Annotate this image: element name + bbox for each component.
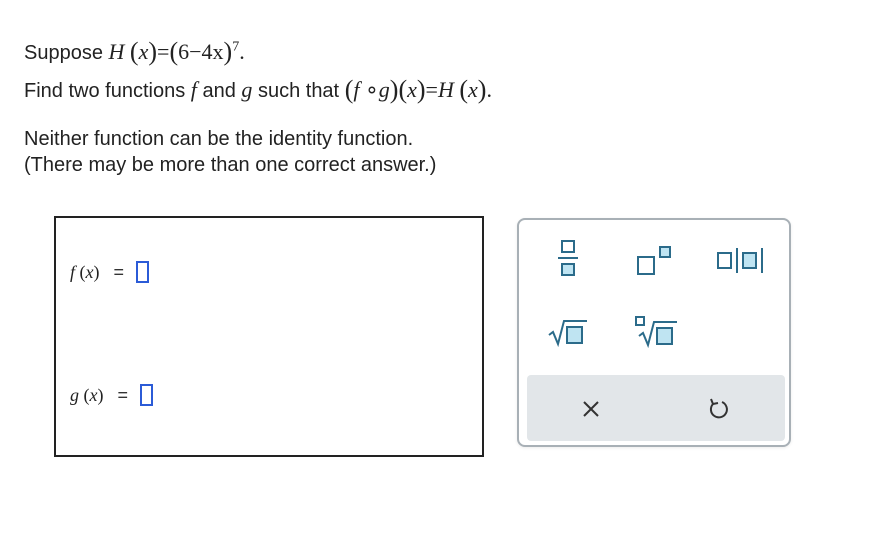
problem-line-2: Find two functions f and g such that (f …	[24, 75, 492, 104]
note-identity: Neither function can be the identity fun…	[24, 128, 414, 150]
h-of-x-expression: H (x)=(6−4x)7.	[108, 37, 245, 66]
equals-sign: =	[113, 261, 125, 282]
clear-button[interactable]	[573, 391, 609, 427]
square-root-button[interactable]	[547, 318, 589, 348]
f-answer-input[interactable]	[136, 261, 150, 283]
f-answer-row: f (x) =	[70, 261, 150, 283]
nth-root-button[interactable]	[633, 316, 679, 348]
problem-prefix: Suppose	[24, 42, 103, 64]
g-answer-row: g (x) =	[70, 384, 154, 406]
superscript-button[interactable]	[635, 244, 679, 278]
g-of-x-label: g (x)	[70, 384, 104, 405]
action-bar	[527, 375, 785, 441]
problem-line-1: Suppose H (x)=(6−4x)7.	[24, 36, 245, 66]
f-of-x-label: f (x)	[70, 261, 100, 282]
math-palette	[517, 218, 791, 447]
g-answer-input[interactable]	[140, 384, 154, 406]
clear-icon	[573, 401, 609, 431]
absolute-value-button[interactable]	[715, 246, 775, 276]
equals-sign: =	[117, 384, 129, 405]
answer-box: f (x) = g (x) =	[54, 216, 484, 457]
undo-button[interactable]	[701, 391, 737, 427]
composition-expression: (f ∘g)(x)=H (x).	[344, 75, 492, 104]
undo-icon	[701, 398, 737, 431]
fraction-button[interactable]	[557, 240, 581, 282]
note-multiple-answers: (There may be more than one correct answ…	[24, 154, 437, 176]
